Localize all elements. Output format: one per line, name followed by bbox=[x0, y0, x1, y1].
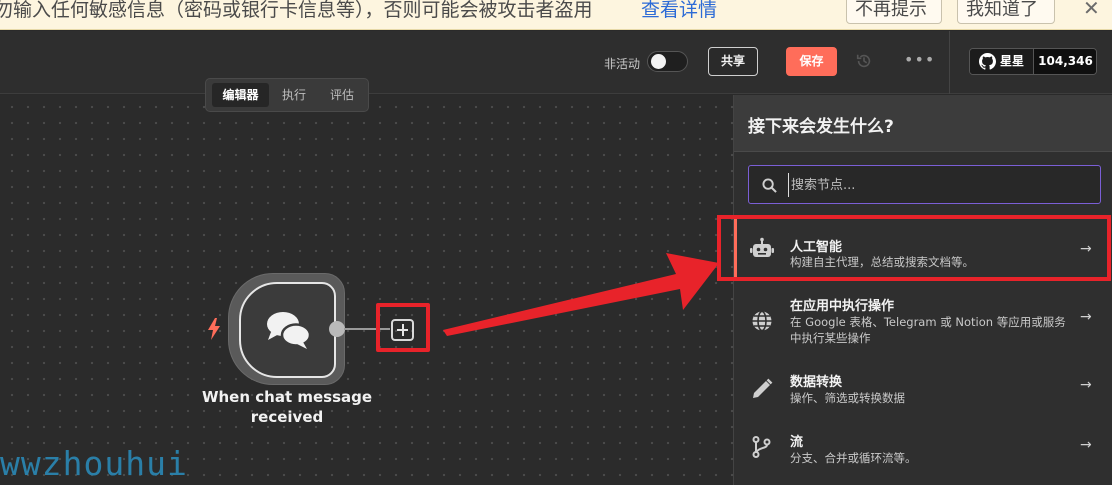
item-description: 操作、筛选或转换数据 bbox=[790, 391, 905, 405]
got-it-button[interactable]: 我知道了 bbox=[957, 0, 1055, 24]
github-icon bbox=[979, 53, 996, 70]
item-description: 在 Google 表格、Telegram 或 Notion 等应用或服务中执行某… bbox=[790, 315, 1066, 345]
chat-bubbles-icon bbox=[267, 312, 311, 349]
top-header: 非活动 共享 保存 ••• 星星 104,346 bbox=[0, 31, 1112, 94]
banner-message: 勿输入任何敏感信息（密码或银行卡信息等），否则可能会被攻击者盗用 bbox=[0, 0, 593, 21]
globe-icon bbox=[752, 310, 772, 332]
item-title: 在应用中执行操作 bbox=[790, 299, 895, 314]
ai-item-highlight-box bbox=[717, 215, 1111, 281]
header-divider bbox=[949, 31, 950, 94]
add-node-plus-button[interactable] bbox=[391, 319, 414, 341]
warning-banner: 勿输入任何敏感信息（密码或银行卡信息等），否则可能会被攻击者盗用 查看详情 不再… bbox=[0, 0, 1112, 30]
flow-branch-icon bbox=[752, 436, 771, 458]
node-title: When chat message received bbox=[201, 388, 373, 426]
view-tabs: 编辑器 执行 评估 bbox=[205, 78, 369, 112]
category-item-data-transform[interactable]: 数据转换 操作、筛选或转换数据 → bbox=[734, 363, 1112, 423]
node-search-box[interactable] bbox=[748, 165, 1101, 204]
watermark-text: wwzhouhui bbox=[0, 444, 188, 483]
item-description: 分支、合并或循环流等。 bbox=[790, 451, 917, 465]
close-icon[interactable]: ✕ bbox=[1083, 0, 1100, 20]
dont-show-again-button[interactable]: 不再提示 bbox=[846, 0, 942, 24]
item-title: 数据转换 bbox=[790, 375, 843, 390]
node-creator-panel: 接下来会发生什么? 人工智能 构建自主代理，总结或搜索文档等。 → bbox=[733, 95, 1112, 485]
tab-evaluations[interactable]: 评估 bbox=[323, 83, 361, 107]
chat-trigger-node-body[interactable] bbox=[239, 282, 336, 378]
arrow-right-icon: → bbox=[1080, 309, 1092, 325]
workflow-canvas[interactable]: 编辑器 执行 评估 When chat message received wwz… bbox=[0, 78, 733, 485]
trigger-bolt-icon bbox=[208, 318, 220, 340]
tab-editor[interactable]: 编辑器 bbox=[212, 83, 269, 107]
panel-header: 接下来会发生什么? bbox=[734, 95, 1112, 152]
search-input[interactable] bbox=[788, 173, 1088, 197]
arrow-right-icon: → bbox=[1080, 377, 1092, 393]
history-icon[interactable] bbox=[855, 52, 873, 70]
chat-trigger-node[interactable] bbox=[228, 273, 345, 385]
github-stars-button[interactable]: 星星 104,346 bbox=[969, 48, 1097, 75]
more-options-icon[interactable]: ••• bbox=[904, 50, 935, 69]
item-title: 流 bbox=[790, 435, 804, 450]
arrow-right-icon: → bbox=[1080, 437, 1092, 453]
workflow-status-label: 非活动 bbox=[604, 57, 641, 71]
node-output-connector[interactable] bbox=[329, 321, 345, 337]
toggle-knob bbox=[651, 54, 666, 69]
panel-title: 接下来会发生什么? bbox=[748, 117, 894, 137]
pen-icon bbox=[753, 378, 773, 398]
search-icon bbox=[762, 178, 777, 193]
github-star-count: 104,346 bbox=[1033, 49, 1096, 74]
share-button[interactable]: 共享 bbox=[708, 47, 758, 76]
active-toggle[interactable] bbox=[647, 51, 688, 72]
category-item-app-action[interactable]: 在应用中执行操作 在 Google 表格、Telegram 或 Notion 等… bbox=[734, 285, 1112, 357]
tab-executions[interactable]: 执行 bbox=[275, 83, 313, 107]
category-item-flow[interactable]: 流 分支、合并或循环流等。 → bbox=[734, 423, 1112, 483]
save-button[interactable]: 保存 bbox=[786, 47, 837, 76]
banner-details-link[interactable]: 查看详情 bbox=[641, 0, 717, 22]
